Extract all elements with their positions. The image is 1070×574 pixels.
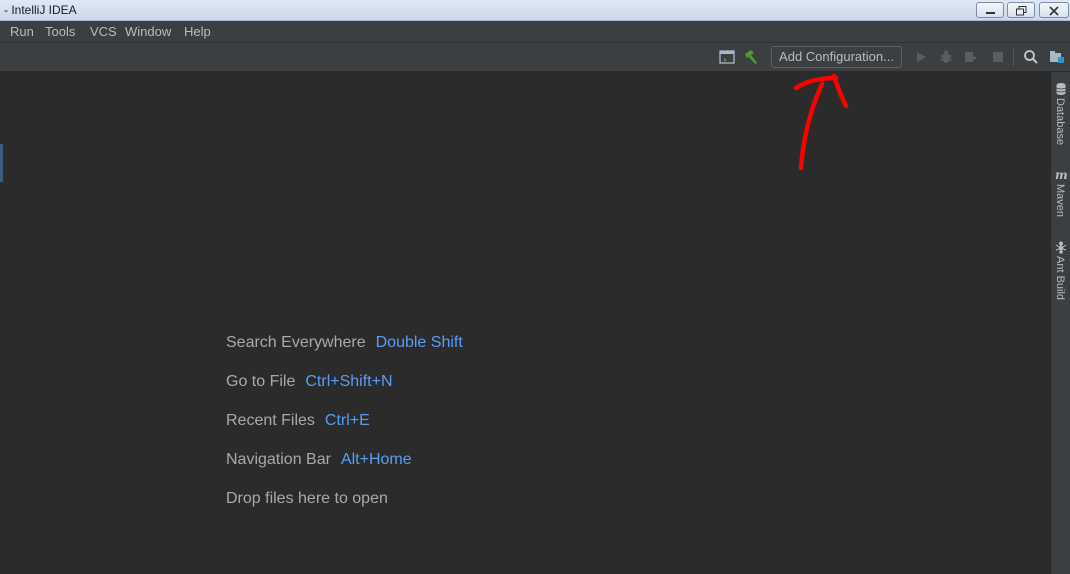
hint-label: Search Everywhere bbox=[226, 334, 366, 351]
editor-empty-area[interactable]: Search Everywhere Double Shift Go to File… bbox=[0, 72, 1050, 574]
hint-go-to-file: Go to File Ctrl+Shift+N bbox=[226, 373, 393, 391]
hint-label: Drop files here to open bbox=[226, 490, 388, 507]
menu-bar: Run Tools VCS Window Help bbox=[0, 21, 1070, 43]
tool-window-label: Ant Build bbox=[1054, 256, 1066, 301]
tool-window-label: Database bbox=[1054, 98, 1066, 146]
hint-label: Navigation Bar bbox=[226, 451, 331, 468]
window-title-bar: - IntelliJ IDEA bbox=[0, 0, 1070, 21]
menu-help[interactable]: Help bbox=[184, 24, 211, 39]
menu-window[interactable]: Window bbox=[125, 24, 171, 39]
menu-tools[interactable]: Tools bbox=[45, 24, 75, 39]
build-hammer-icon[interactable] bbox=[742, 48, 760, 66]
add-configuration-button[interactable]: Add Configuration... bbox=[771, 46, 902, 68]
hint-label: Recent Files bbox=[226, 412, 315, 429]
minimize-button[interactable] bbox=[976, 2, 1004, 18]
project-view-icon[interactable] bbox=[1048, 48, 1066, 66]
hint-search-everywhere: Search Everywhere Double Shift bbox=[226, 334, 463, 352]
left-tool-stripe-marker bbox=[0, 144, 3, 182]
search-icon[interactable] bbox=[1022, 48, 1040, 66]
hint-drop-files: Drop files here to open bbox=[226, 490, 388, 508]
minimize-icon bbox=[986, 12, 995, 14]
hint-label: Go to File bbox=[226, 373, 296, 390]
debug-icon[interactable] bbox=[937, 48, 955, 66]
annotation-arrow bbox=[793, 73, 849, 171]
run-icon[interactable] bbox=[912, 48, 930, 66]
tool-window-ant-build[interactable]: Ant Build bbox=[1051, 238, 1070, 313]
toolbar-separator bbox=[1013, 48, 1014, 66]
stop-icon[interactable] bbox=[989, 48, 1007, 66]
svg-text:m: m bbox=[1055, 168, 1068, 182]
hint-shortcut: Alt+Home bbox=[340, 451, 412, 468]
close-icon bbox=[1049, 6, 1059, 16]
database-icon bbox=[1056, 83, 1066, 95]
hint-shortcut: Ctrl+E bbox=[324, 412, 370, 429]
window-title: - IntelliJ IDEA bbox=[4, 3, 77, 17]
restore-icon bbox=[1016, 6, 1027, 16]
ant-icon bbox=[1055, 241, 1067, 254]
close-button[interactable] bbox=[1039, 2, 1069, 18]
menu-run[interactable]: Run bbox=[10, 24, 34, 39]
main-toolbar: Add Configuration... bbox=[0, 43, 1070, 72]
hint-recent-files: Recent Files Ctrl+E bbox=[226, 412, 370, 430]
hint-navigation-bar: Navigation Bar Alt+Home bbox=[226, 451, 412, 469]
restore-button[interactable] bbox=[1007, 2, 1035, 18]
tool-window-maven[interactable]: m Maven bbox=[1051, 166, 1070, 226]
hint-shortcut: Ctrl+Shift+N bbox=[305, 373, 393, 390]
project-structure-icon[interactable] bbox=[718, 48, 736, 66]
maven-icon: m bbox=[1055, 168, 1068, 182]
coverage-icon[interactable] bbox=[962, 48, 980, 66]
tool-window-label: Maven bbox=[1054, 184, 1066, 218]
right-tool-stripe: Database m Maven Ant Build bbox=[1050, 72, 1070, 574]
hint-shortcut: Double Shift bbox=[375, 334, 463, 351]
tool-window-database[interactable]: Database bbox=[1051, 80, 1070, 150]
menu-vcs[interactable]: VCS bbox=[90, 24, 117, 39]
